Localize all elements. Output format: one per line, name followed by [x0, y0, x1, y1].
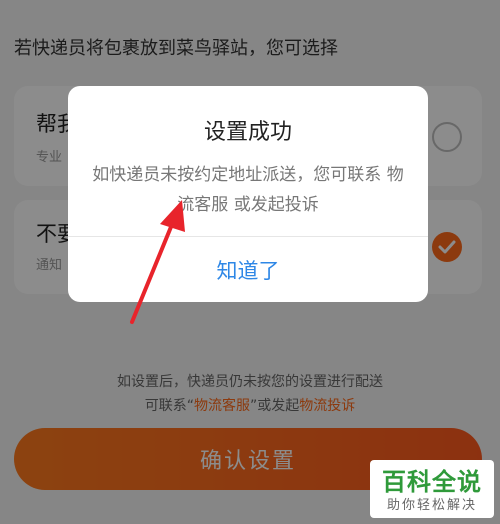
watermark-title: 百科全说 — [382, 468, 482, 496]
watermark-logo: 百科全说 助你轻松解决 — [370, 460, 494, 518]
watermark-subtitle: 助你轻松解决 — [386, 498, 477, 513]
annotation-arrow-icon — [130, 200, 185, 324]
